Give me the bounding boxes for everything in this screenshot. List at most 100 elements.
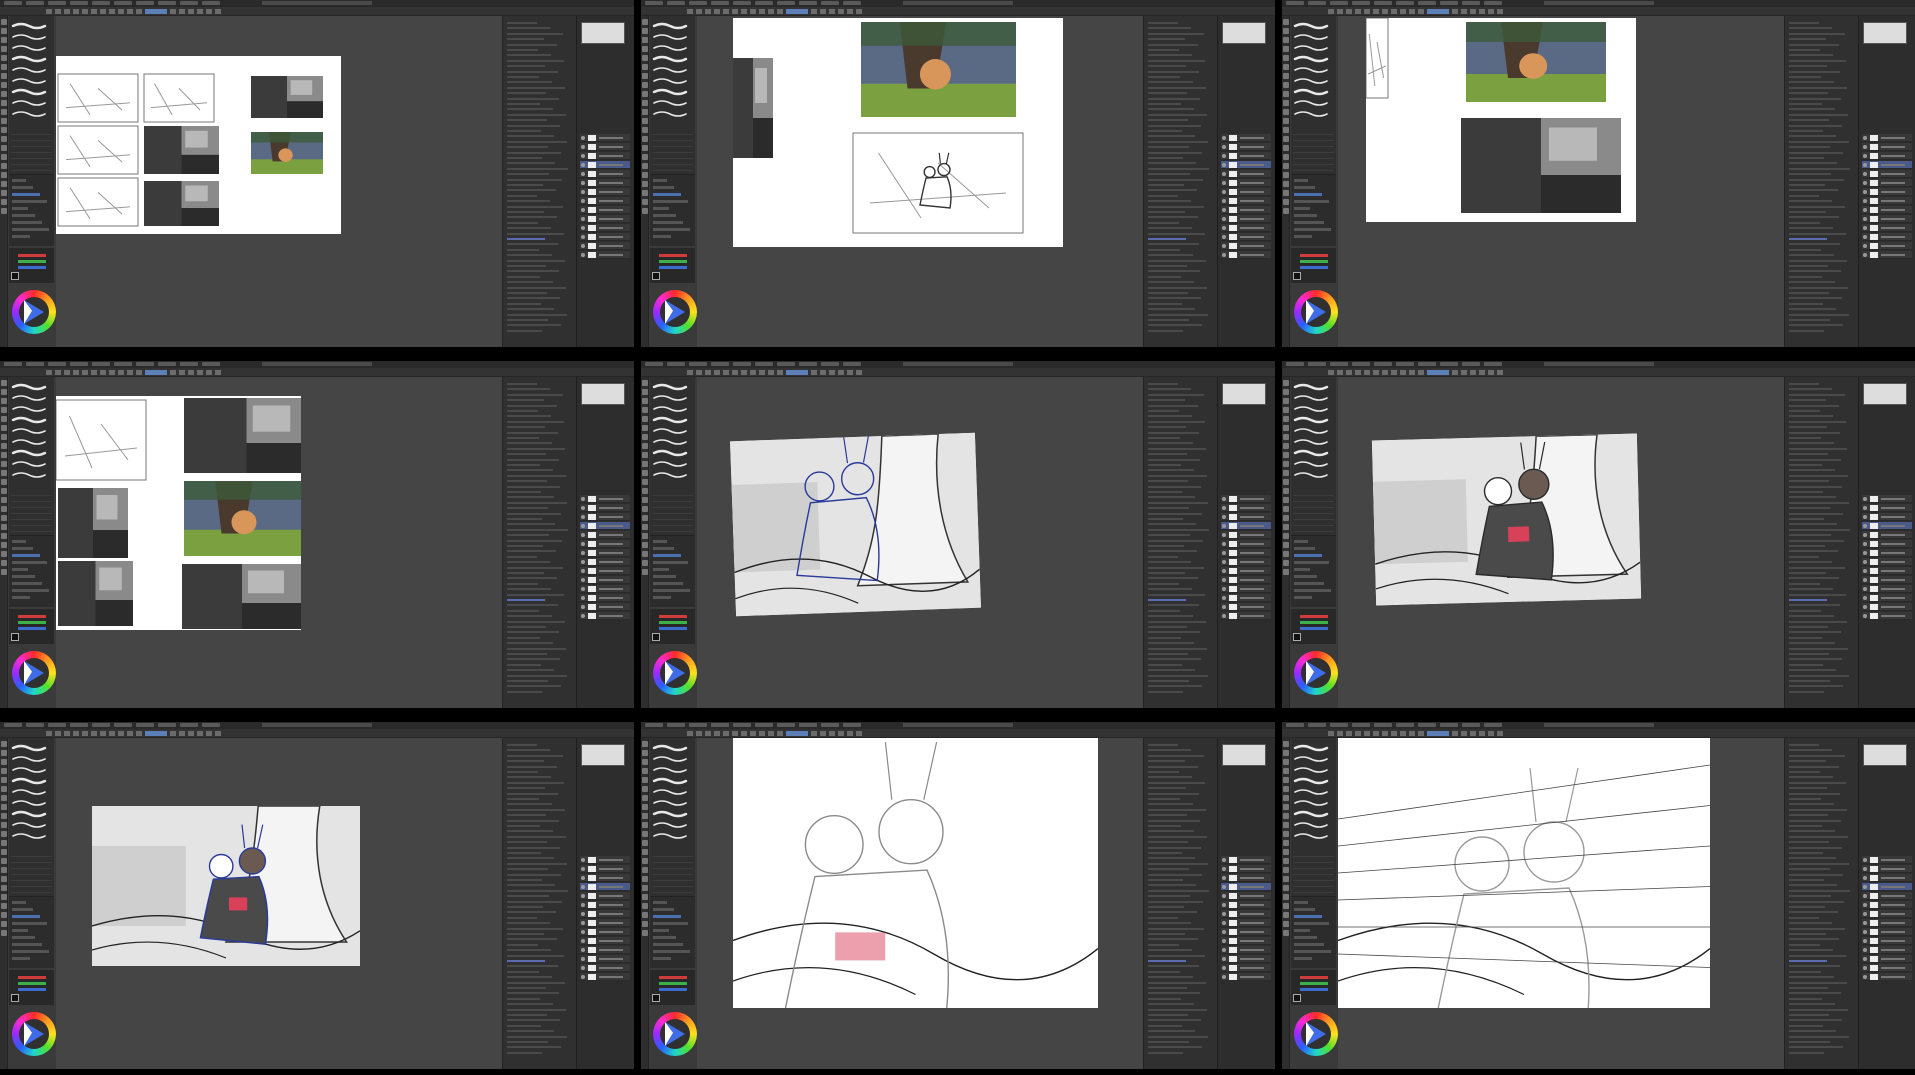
tool-icon[interactable]	[642, 208, 648, 214]
layer-item[interactable]	[580, 251, 630, 259]
tool-icon[interactable]	[1283, 380, 1289, 386]
layer-item[interactable]	[580, 495, 630, 503]
eye-icon[interactable]	[1222, 578, 1226, 582]
color-slider[interactable]	[18, 976, 46, 979]
tool-icon[interactable]	[642, 885, 648, 891]
menu-item[interactable]	[667, 1, 685, 5]
layer-name-row[interactable]	[1148, 184, 1184, 186]
command-bar-button[interactable]	[64, 9, 70, 14]
layer-name-row[interactable]	[507, 1019, 560, 1022]
eye-icon[interactable]	[1863, 253, 1867, 257]
eye-icon[interactable]	[1863, 876, 1867, 880]
layer-name-row[interactable]	[1148, 292, 1188, 294]
command-bar-button[interactable]	[1346, 370, 1352, 375]
tool-property-slider[interactable]	[653, 575, 676, 578]
layer-name-row[interactable]	[1789, 426, 1827, 429]
layer-item[interactable]	[1862, 504, 1912, 512]
layer-item[interactable]	[1221, 567, 1271, 575]
layer-name-row[interactable]	[1148, 270, 1200, 273]
layer-item[interactable]	[1862, 955, 1912, 963]
tool-icon[interactable]	[1283, 885, 1289, 891]
layer-name-row[interactable]	[507, 211, 544, 213]
eye-icon[interactable]	[581, 605, 585, 609]
layer-name-row[interactable]	[1789, 447, 1847, 450]
layer-name-row[interactable]	[1148, 954, 1205, 957]
tool-property-slider[interactable]	[653, 950, 690, 953]
tool-icon[interactable]	[1, 37, 7, 43]
layer-name-row[interactable]	[507, 292, 547, 294]
layer-name-row[interactable]	[507, 130, 541, 132]
layer-name-row[interactable]	[507, 615, 552, 618]
layer-name-row[interactable]	[507, 792, 558, 795]
layer-name-row[interactable]	[1789, 960, 1827, 962]
layer-name-row[interactable]	[507, 927, 563, 930]
layer-name-row[interactable]	[1789, 1051, 1824, 1054]
eye-icon[interactable]	[581, 551, 585, 555]
layer-name-row[interactable]	[1789, 647, 1848, 650]
eye-icon[interactable]	[1222, 524, 1226, 528]
layer-name-row[interactable]	[1789, 582, 1820, 585]
command-bar-button[interactable]	[188, 9, 194, 14]
tool-property-slider[interactable]	[12, 547, 33, 550]
color-slider[interactable]	[659, 627, 687, 630]
layer-name-row[interactable]	[1789, 507, 1830, 510]
command-bar-button[interactable]	[1461, 370, 1467, 375]
layer-item[interactable]	[580, 549, 630, 557]
tool-icon[interactable]	[1, 64, 7, 70]
sub-tool-row[interactable]	[652, 862, 693, 863]
artboard-canvas[interactable]	[56, 396, 301, 630]
sub-tool-row[interactable]	[1293, 170, 1334, 171]
layer-name-row[interactable]	[507, 852, 541, 854]
layer-name-row[interactable]	[1789, 981, 1847, 984]
layer-item[interactable]	[580, 152, 630, 160]
tool-icon[interactable]	[1, 533, 7, 539]
layer-name-row[interactable]	[1789, 410, 1820, 412]
layer-name-row[interactable]	[507, 922, 550, 925]
layer-name-row[interactable]	[507, 173, 549, 176]
layer-name-row[interactable]	[1789, 227, 1833, 230]
layer-name-row[interactable]	[507, 577, 557, 580]
command-bar-button[interactable]	[1364, 9, 1370, 14]
tool-icon[interactable]	[642, 100, 648, 106]
tool-icon[interactable]	[1, 497, 7, 503]
layer-name-row[interactable]	[1148, 976, 1193, 979]
canvas-area[interactable]	[1338, 738, 1784, 1069]
color-swatch[interactable]	[652, 633, 660, 641]
layer-name-row[interactable]	[507, 685, 561, 688]
layer-name-row[interactable]	[507, 862, 567, 865]
layer-name-row[interactable]	[507, 43, 557, 46]
layer-name-row[interactable]	[1789, 420, 1846, 423]
menu-item[interactable]	[733, 1, 751, 5]
layer-item[interactable]	[1221, 576, 1271, 584]
layer-name-row[interactable]	[1789, 555, 1819, 558]
color-swatch[interactable]	[1293, 633, 1301, 641]
command-bar-button[interactable]	[687, 731, 693, 736]
command-bar-button[interactable]	[820, 9, 826, 14]
tool-icon[interactable]	[1, 470, 7, 476]
layer-item[interactable]	[580, 233, 630, 241]
navigator-thumbnail[interactable]	[1863, 22, 1907, 44]
layer-name-row[interactable]	[1148, 458, 1200, 461]
command-bar-button[interactable]	[847, 731, 853, 736]
tool-icon[interactable]	[1283, 199, 1289, 205]
menu-item[interactable]	[4, 362, 22, 366]
command-bar-button[interactable]	[1479, 370, 1485, 375]
layer-name-row[interactable]	[1148, 647, 1207, 650]
layer-name-row[interactable]	[1789, 393, 1845, 396]
layer-name-row[interactable]	[1148, 830, 1194, 833]
layer-name-row[interactable]	[1789, 270, 1841, 273]
layer-name-row[interactable]	[1148, 140, 1208, 143]
command-bar-button[interactable]	[750, 731, 756, 736]
menu-item[interactable]	[843, 723, 861, 727]
command-bar-button[interactable]	[1373, 9, 1379, 14]
tool-icon[interactable]	[1283, 858, 1289, 864]
layer-name-row[interactable]	[507, 857, 554, 860]
tool-icon[interactable]	[642, 786, 648, 792]
layer-name-row[interactable]	[1148, 135, 1195, 138]
command-bar-button[interactable]	[759, 731, 765, 736]
eye-icon[interactable]	[1222, 235, 1226, 239]
command-bar-button[interactable]	[109, 9, 115, 14]
color-slider[interactable]	[18, 254, 46, 257]
layer-name-row[interactable]	[1148, 690, 1183, 693]
tool-property-slider[interactable]	[1294, 568, 1310, 571]
